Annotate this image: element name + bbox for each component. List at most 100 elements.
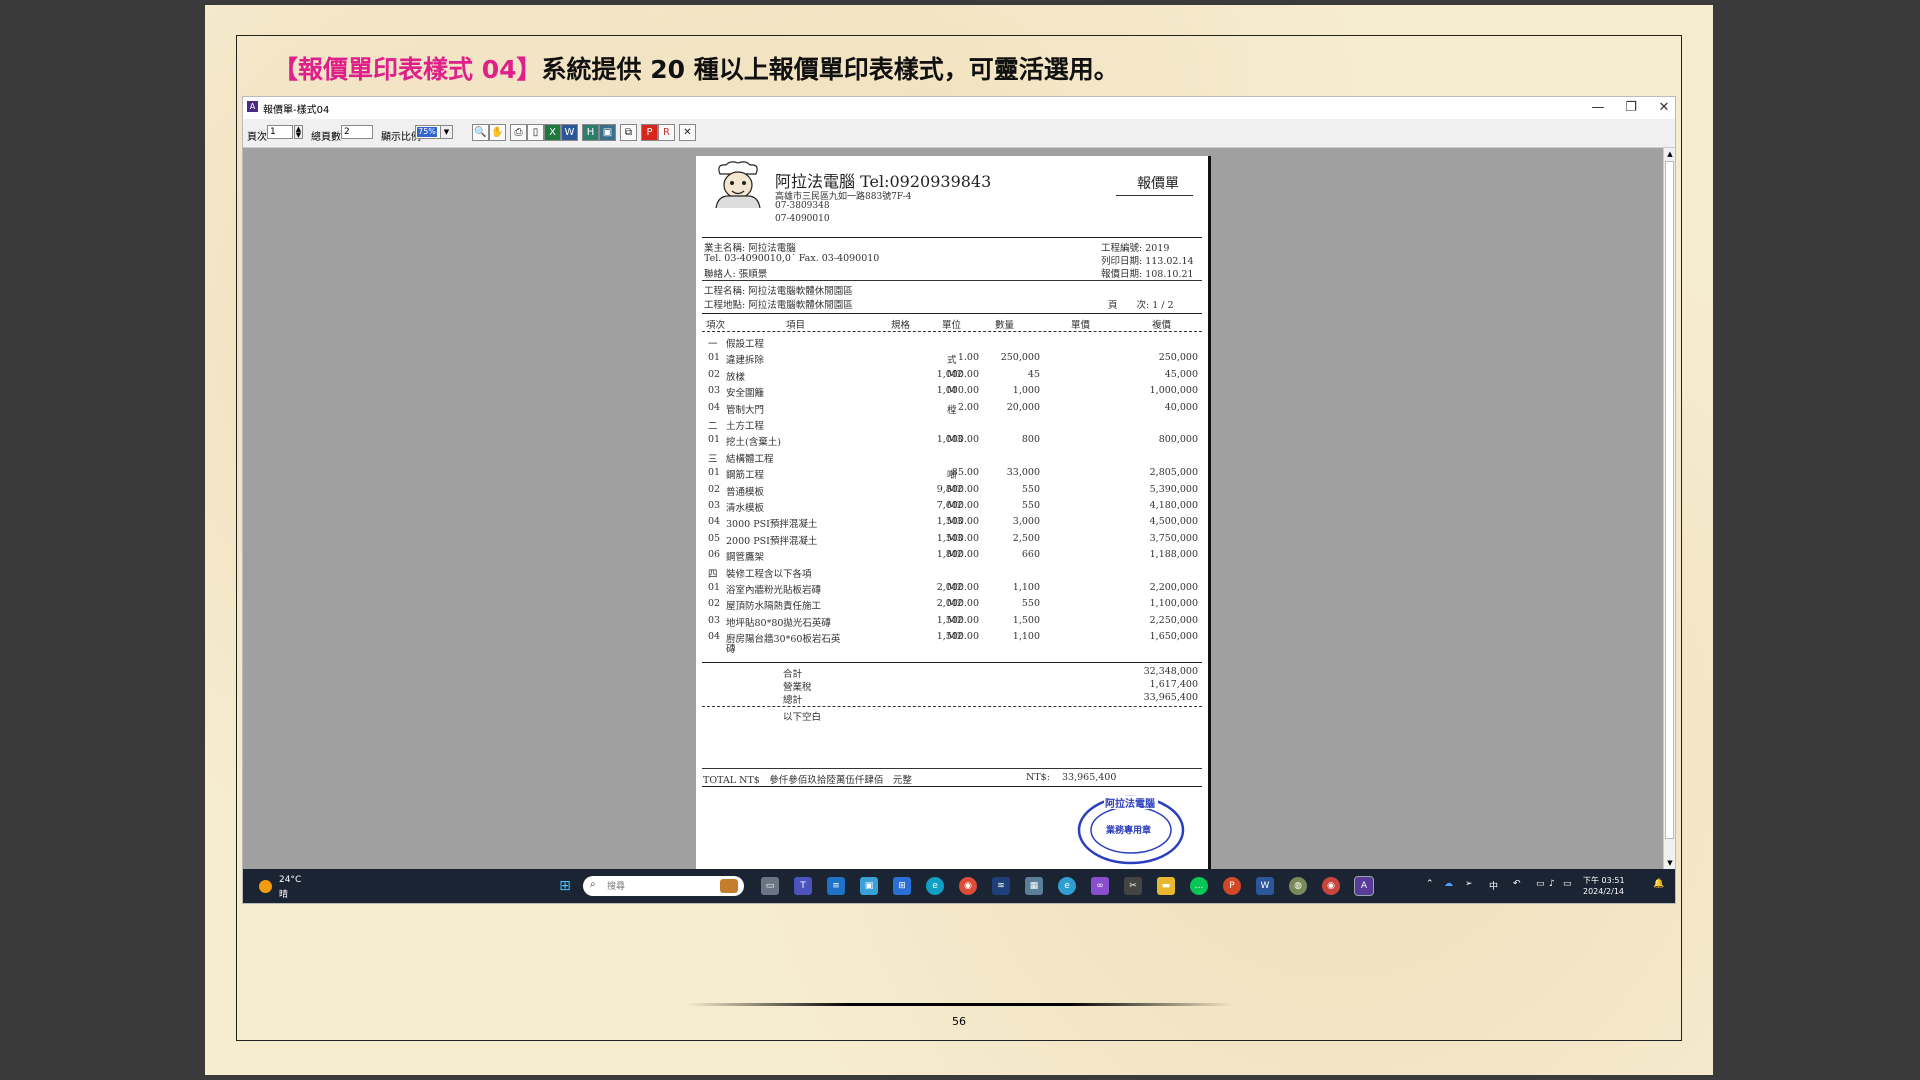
page-icon[interactable]: ▯ bbox=[527, 124, 544, 141]
row-total: 4,180,000 bbox=[1149, 500, 1198, 511]
page-input[interactable] bbox=[267, 125, 293, 139]
row-total: 800,000 bbox=[1158, 434, 1198, 446]
quotation-sheet: 阿拉法電腦 Tel:0920939843 高雄市三民區九如一路883號7F-4 … bbox=[696, 156, 1211, 869]
info-divider bbox=[702, 280, 1202, 281]
taskbar-search[interactable]: ⌕ bbox=[583, 876, 744, 896]
taskbar-search-input[interactable] bbox=[605, 879, 699, 894]
owner-tel-fax: Tel. 03-4090010,0˙ Fax. 03-4090010 bbox=[704, 253, 880, 264]
row-item: 裝修工程含以下各項 bbox=[726, 568, 812, 580]
battery-icon[interactable]: ▭ bbox=[1563, 879, 1572, 889]
company-seal: 阿拉法電腦 業務專用章 bbox=[1076, 794, 1186, 866]
close-icon[interactable]: ✕ bbox=[679, 124, 696, 141]
volume-icon[interactable]: ♪ bbox=[1549, 879, 1555, 889]
row-item: 假設工程 bbox=[726, 339, 765, 350]
row-qty: 1,500.00 bbox=[936, 532, 979, 544]
export-rtf-icon[interactable]: R bbox=[658, 124, 675, 141]
report-window: A 報價單-樣式04 — ❐ ✕ 頁次 ▲▼ 總頁數 顯示比例 75% ▼ 🔍 … bbox=[242, 96, 1676, 904]
onedrive-icon[interactable]: ☁ bbox=[1444, 879, 1453, 889]
total-nt-value: 33,965,400 bbox=[1062, 772, 1117, 783]
row-price: 33,000 bbox=[1006, 467, 1040, 479]
input-mode-icon[interactable]: ↶ bbox=[1513, 879, 1521, 889]
edge-icon[interactable]: e bbox=[926, 877, 944, 895]
close-button[interactable]: ✕ bbox=[1649, 98, 1679, 118]
row-qty: 1,000.00 bbox=[936, 368, 979, 380]
row-no: 01 bbox=[708, 467, 721, 479]
app-green-icon[interactable]: ◍ bbox=[1289, 877, 1307, 895]
line-icon[interactable]: … bbox=[1190, 877, 1208, 895]
chrome-icon[interactable]: ◉ bbox=[959, 877, 977, 895]
search-icon[interactable]: 🔍 bbox=[472, 124, 489, 141]
send-icon[interactable]: ➢ bbox=[1465, 879, 1473, 889]
window-title: 報價單-樣式04 bbox=[263, 105, 330, 116]
chevron-down-icon[interactable]: ▼ bbox=[440, 126, 452, 138]
col-price: 單價 bbox=[1071, 320, 1091, 331]
ime-indicator[interactable]: 中 bbox=[1489, 879, 1498, 892]
preview-area[interactable]: 阿拉法電腦 Tel:0920939843 高雄市三民區九如一路883號7F-4 … bbox=[243, 148, 1663, 869]
row-qty: 2,000.00 bbox=[936, 582, 979, 593]
col-item: 項目 bbox=[786, 320, 806, 331]
scroll-up-icon[interactable]: ▲ bbox=[1664, 148, 1676, 160]
task-view-icon[interactable]: ▭ bbox=[761, 877, 779, 895]
row-price: 800 bbox=[1021, 434, 1040, 446]
row-qty: 9,800.00 bbox=[936, 483, 979, 495]
export-word-icon[interactable]: W bbox=[561, 124, 578, 141]
export-image-icon[interactable]: ▣ bbox=[599, 124, 616, 141]
copy-icon[interactable]: ⧉ bbox=[620, 124, 637, 141]
row-price: 2,500 bbox=[1012, 532, 1040, 544]
notepad-icon[interactable]: ≡ bbox=[827, 877, 845, 895]
scroll-down-icon[interactable]: ▼ bbox=[1664, 857, 1676, 869]
row-no: 一 bbox=[708, 339, 718, 350]
summary-dash-line bbox=[702, 706, 1202, 707]
row-total: 3,750,000 bbox=[1149, 532, 1198, 544]
teams-icon[interactable]: T bbox=[794, 877, 812, 895]
powerpoint-icon[interactable]: P bbox=[1223, 877, 1241, 895]
doc-title: 報價單 bbox=[1137, 176, 1179, 192]
row-item: 屋頂防水隔熱責任施工 bbox=[726, 601, 822, 613]
active-app-icon[interactable]: A bbox=[1354, 876, 1374, 896]
photos-icon[interactable]: ▣ bbox=[860, 877, 878, 895]
clock-time[interactable]: 下午 03:51 bbox=[1583, 875, 1625, 886]
edge-dev-icon[interactable]: e bbox=[1058, 877, 1076, 895]
minimize-button[interactable]: — bbox=[1583, 98, 1613, 118]
tray-expand-icon[interactable]: ⌃ bbox=[1426, 879, 1434, 889]
row-qty: 1,000.00 bbox=[936, 385, 979, 397]
table-top-line bbox=[702, 313, 1202, 314]
scroll-thumb[interactable] bbox=[1665, 161, 1674, 839]
page-label: 頁次 bbox=[247, 132, 267, 143]
app-blue-icon[interactable]: ≋ bbox=[992, 877, 1010, 895]
hand-icon[interactable]: ✋ bbox=[489, 124, 506, 141]
export-excel-icon[interactable]: X bbox=[544, 124, 561, 141]
export-pdf-icon[interactable]: P bbox=[641, 124, 658, 141]
project-name: 工程名稱: 阿拉法電腦軟體休閒園區 bbox=[704, 286, 853, 297]
row-unit: 式 bbox=[947, 355, 957, 367]
network-icon[interactable]: ▭ bbox=[1536, 879, 1545, 889]
headline-text: 系統提供 20 種以上報價單印表樣式，可靈活選用。 bbox=[541, 55, 1119, 84]
visual-studio-icon[interactable]: ∞ bbox=[1091, 877, 1109, 895]
owner-name: 業主名稱: 阿拉法電腦 bbox=[704, 243, 796, 254]
notification-bell-icon[interactable]: 🔔 bbox=[1653, 879, 1664, 889]
seal-top-text: 阿拉法電腦 bbox=[1105, 799, 1155, 810]
row-item: 清水模板 bbox=[726, 503, 765, 514]
footer-divider bbox=[687, 1003, 1232, 1006]
snipping-tool-icon[interactable]: ✂ bbox=[1124, 877, 1142, 895]
image-viewer-icon[interactable]: ▦ bbox=[1025, 877, 1043, 895]
page-spinner[interactable]: ▲ ▼ bbox=[294, 125, 303, 139]
row-item: 浴室內牆粉光貼板岩磚 bbox=[726, 585, 822, 596]
word-icon[interactable]: W bbox=[1256, 877, 1274, 895]
file-explorer-icon[interactable]: ▬ bbox=[1157, 877, 1175, 895]
export-html-icon[interactable]: H bbox=[582, 124, 599, 141]
row-unit: 樘 bbox=[947, 404, 957, 416]
clock-date[interactable]: 2024/2/14 bbox=[1583, 887, 1624, 896]
maximize-button[interactable]: ❐ bbox=[1616, 98, 1646, 118]
chrome-dev-icon[interactable]: ◉ bbox=[1322, 877, 1340, 895]
zoom-value: 75% bbox=[417, 127, 437, 137]
weather-sun-icon[interactable] bbox=[259, 880, 272, 893]
vertical-scrollbar[interactable]: ▲ ▼ bbox=[1663, 148, 1675, 869]
start-icon[interactable]: ⊞ bbox=[556, 877, 574, 895]
project-number: 工程編號: 2019 bbox=[1101, 243, 1170, 254]
project-site: 工程地點: 阿拉法電腦軟體休閒園區 bbox=[704, 300, 853, 311]
store-icon[interactable]: ⊞ bbox=[893, 877, 911, 895]
print-icon[interactable]: ⎙ bbox=[510, 124, 527, 141]
row-total: 40,000 bbox=[1164, 401, 1198, 413]
zoom-select[interactable]: 75% ▼ bbox=[415, 125, 453, 139]
